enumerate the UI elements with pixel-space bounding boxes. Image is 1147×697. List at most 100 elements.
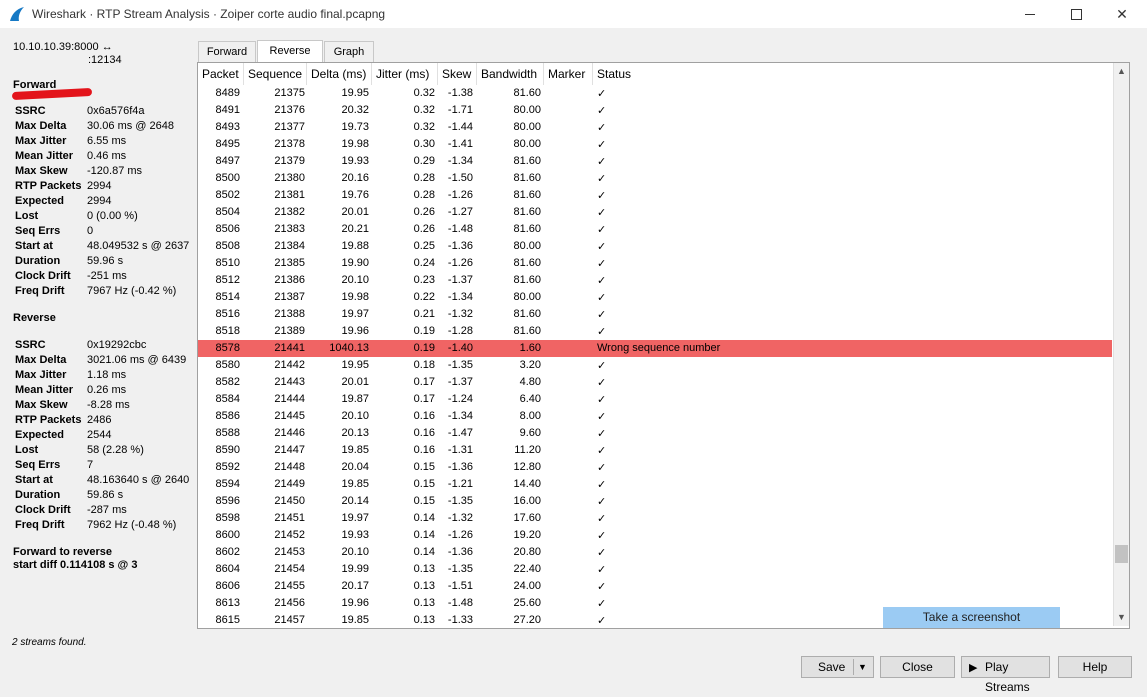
- cell-packet: 8584: [215, 393, 240, 405]
- maximize-button[interactable]: [1053, 0, 1099, 28]
- table-row[interactable]: 8493 21377 19.73 0.32 -1.44 80.00 ✓: [198, 119, 1112, 136]
- cell-sequence: 21457: [274, 614, 305, 626]
- table-row[interactable]: 8502 21381 19.76 0.28 -1.26 81.60 ✓: [198, 187, 1112, 204]
- table-row[interactable]: 8594 21449 19.85 0.15 -1.21 14.40 ✓: [198, 476, 1112, 493]
- table-row[interactable]: 8508 21384 19.88 0.25 -1.36 80.00 ✓: [198, 238, 1112, 255]
- cell-status: ✓: [597, 326, 607, 338]
- cell-sequence: 21448: [274, 461, 305, 473]
- col-sequence[interactable]: Sequence: [244, 63, 307, 85]
- cell-sequence: 21378: [274, 138, 305, 150]
- minimize-button[interactable]: [1007, 0, 1053, 28]
- table-row[interactable]: 8506 21383 20.21 0.26 -1.48 81.60 ✓: [198, 221, 1112, 238]
- cell-skew: -1.47: [447, 427, 473, 439]
- stat-key: Lost: [15, 210, 39, 222]
- table-row[interactable]: 8491 21376 20.32 0.32 -1.71 80.00 ✓: [198, 102, 1112, 119]
- cell-packet: 8578: [215, 342, 240, 354]
- table-row[interactable]: 8588 21446 20.13 0.16 -1.47 9.60 ✓: [198, 425, 1112, 442]
- tab-graph[interactable]: Graph: [324, 41, 374, 63]
- cell-sequence: 21442: [274, 359, 305, 371]
- table-row[interactable]: 8580 21442 19.95 0.18 -1.35 3.20 ✓: [198, 357, 1112, 374]
- cell-jitter: 0.16: [413, 427, 435, 439]
- dropdown-arrow-icon[interactable]: ▼: [858, 657, 867, 677]
- table-row[interactable]: 8516 21388 19.97 0.21 -1.32 81.60 ✓: [198, 306, 1112, 323]
- cell-packet: 8504: [215, 206, 240, 218]
- play-streams-button[interactable]: ▶ Play Streams: [961, 656, 1050, 694]
- cell-packet: 8580: [215, 359, 240, 371]
- scroll-up-icon[interactable]: ▲: [1114, 63, 1129, 80]
- cell-delta: 20.16: [341, 172, 369, 184]
- table-row[interactable]: 8586 21445 20.10 0.16 -1.34 8.00 ✓: [198, 408, 1112, 425]
- cell-delta: 19.98: [341, 291, 369, 303]
- rtp-packet-table[interactable]: Packet Sequence Delta (ms) Jitter (ms) S…: [197, 62, 1130, 629]
- cell-status: ✓: [597, 394, 607, 406]
- close-window-button[interactable]: ✕: [1099, 0, 1145, 28]
- stat-key: Max Jitter: [15, 369, 67, 381]
- table-row[interactable]: 8489 21375 19.95 0.32 -1.38 81.60 ✓: [198, 85, 1112, 102]
- table-row[interactable]: 8504 21382 20.01 0.26 -1.27 81.60 ✓: [198, 204, 1112, 221]
- table-row[interactable]: 8582 21443 20.01 0.17 -1.37 4.80 ✓: [198, 374, 1112, 391]
- col-status[interactable]: Status: [593, 63, 1112, 85]
- cell-jitter: 0.17: [413, 393, 435, 405]
- table-row[interactable]: 8518 21389 19.96 0.19 -1.28 81.60 ✓: [198, 323, 1112, 340]
- table-row[interactable]: 8510 21385 19.90 0.24 -1.26 81.60 ✓: [198, 255, 1112, 272]
- col-delta[interactable]: Delta (ms): [307, 63, 372, 85]
- help-button[interactable]: Help: [1058, 656, 1132, 678]
- table-row[interactable]: 8604 21454 19.99 0.13 -1.35 22.40 ✓: [198, 561, 1112, 578]
- cell-sequence: 21386: [274, 274, 305, 286]
- stat-value: -120.87 ms: [87, 165, 143, 177]
- stream-endpoint-line1: 10.10.10.39:8000 ↔: [13, 41, 113, 53]
- cell-skew: -1.26: [447, 529, 473, 541]
- save-button[interactable]: Save ▼: [801, 656, 874, 678]
- col-jitter[interactable]: Jitter (ms): [372, 63, 438, 85]
- table-row[interactable]: 8497 21379 19.93 0.29 -1.34 81.60 ✓: [198, 153, 1112, 170]
- cell-jitter: 0.13: [413, 580, 435, 592]
- minimize-icon: [1025, 13, 1035, 15]
- cell-delta: 19.97: [341, 308, 369, 320]
- table-row-error[interactable]: 8578 21441 1040.13 0.19 -1.40 1.60 Wrong seque…: [198, 340, 1112, 357]
- table-row[interactable]: 8512 21386 20.10 0.23 -1.37 81.60 ✓: [198, 272, 1112, 289]
- cell-skew: -1.33: [447, 614, 473, 626]
- cell-skew: -1.32: [447, 512, 473, 524]
- cell-packet: 8586: [215, 410, 240, 422]
- table-row[interactable]: 8596 21450 20.14 0.15 -1.35 16.00 ✓: [198, 493, 1112, 510]
- col-bandwidth[interactable]: Bandwidth: [477, 63, 544, 85]
- cell-skew: -1.40: [447, 342, 473, 354]
- table-row[interactable]: 8495 21378 19.98 0.30 -1.41 80.00 ✓: [198, 136, 1112, 153]
- stat-key: Max Skew: [15, 165, 68, 177]
- table-row[interactable]: 8606 21455 20.17 0.13 -1.51 24.00 ✓: [198, 578, 1112, 595]
- cell-skew: -1.41: [447, 138, 473, 150]
- table-row[interactable]: 8602 21453 20.10 0.14 -1.36 20.80 ✓: [198, 544, 1112, 561]
- table-row[interactable]: 8592 21448 20.04 0.15 -1.36 12.80 ✓: [198, 459, 1112, 476]
- table-row[interactable]: 8598 21451 19.97 0.14 -1.32 17.60 ✓: [198, 510, 1112, 527]
- tab-reverse[interactable]: Reverse: [257, 40, 323, 63]
- screenshot-tooltip: Take a screenshot: [883, 607, 1060, 628]
- scroll-thumb[interactable]: [1115, 545, 1128, 563]
- col-skew[interactable]: Skew: [438, 63, 477, 85]
- cell-status: ✓: [597, 513, 607, 525]
- col-packet[interactable]: Packet: [198, 63, 244, 85]
- table-row[interactable]: 8500 21380 20.16 0.28 -1.50 81.60 ✓: [198, 170, 1112, 187]
- cell-skew: -1.35: [447, 359, 473, 371]
- scroll-down-icon[interactable]: ▼: [1114, 609, 1129, 626]
- cell-bandwidth: 9.60: [519, 427, 541, 439]
- cell-packet: 8489: [215, 87, 240, 99]
- cell-status: ✓: [597, 292, 607, 304]
- table-vertical-scrollbar[interactable]: ▲ ▼: [1113, 63, 1129, 626]
- cell-jitter: 0.13: [413, 563, 435, 575]
- table-row[interactable]: 8590 21447 19.85 0.16 -1.31 11.20 ✓: [198, 442, 1112, 459]
- table-row[interactable]: 8584 21444 19.87 0.17 -1.24 6.40 ✓: [198, 391, 1112, 408]
- stat-key: Max Delta: [15, 120, 67, 132]
- cell-jitter: 0.24: [413, 257, 435, 269]
- close-button[interactable]: Close: [880, 656, 955, 678]
- cell-packet: 8491: [215, 104, 240, 116]
- cell-packet: 8615: [215, 614, 240, 626]
- table-row[interactable]: 8600 21452 19.93 0.14 -1.26 19.20 ✓: [198, 527, 1112, 544]
- cell-jitter: 0.15: [413, 461, 435, 473]
- col-marker[interactable]: Marker: [544, 63, 593, 85]
- table-row[interactable]: 8514 21387 19.98 0.22 -1.34 80.00 ✓: [198, 289, 1112, 306]
- tab-forward[interactable]: Forward: [198, 41, 256, 63]
- save-button-label: Save: [818, 660, 846, 674]
- stat-value: -251 ms: [87, 270, 127, 282]
- cell-skew: -1.31: [447, 444, 473, 456]
- cell-jitter: 0.32: [413, 87, 435, 99]
